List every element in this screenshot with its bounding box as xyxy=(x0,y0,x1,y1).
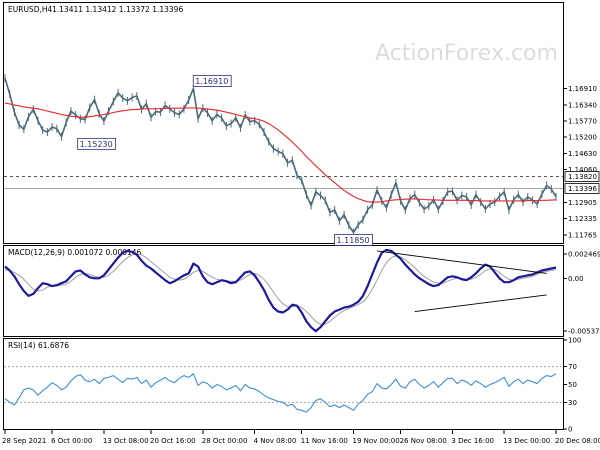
chart-background xyxy=(0,0,600,450)
price-annotation-label: 1.15230 xyxy=(80,140,113,149)
time-tick-label: 19 Nov 00:00 xyxy=(352,437,399,445)
rsi-tick-label: 30 xyxy=(568,399,577,407)
time-tick-label: 26 Nov 08:00 xyxy=(400,437,447,445)
macd-tick-label: 0.002469 xyxy=(568,251,600,259)
time-tick-label: 6 Oct 00:00 xyxy=(51,437,92,445)
time-tick-label: 11 Nov 16:00 xyxy=(301,437,348,445)
price-tick-label: 1.12905 xyxy=(568,199,597,207)
rsi-tick-label: 0 xyxy=(568,426,572,434)
watermark-text: ActionForex.com xyxy=(375,41,558,66)
rsi-tick-label: 70 xyxy=(568,363,577,371)
rsi-tick-label: 100 xyxy=(568,337,581,345)
price-tick-label: 1.11765 xyxy=(568,231,597,239)
symbol-label: EURUSD,H4 xyxy=(8,5,52,14)
ohlc-label: 1.13411 1.13412 1.13372 1.13396 xyxy=(52,5,183,14)
time-tick-label: 28 Oct 00:00 xyxy=(202,437,248,445)
price-annotation-label: 1.11850 xyxy=(336,236,369,245)
time-tick-label: 28 Sep 2021 xyxy=(2,437,46,445)
price-tick-label: 1.12335 xyxy=(568,215,597,223)
price-tick-label: 1.14630 xyxy=(568,150,597,158)
time-tick-label: 20 Dec 08:00 xyxy=(555,437,600,445)
time-tick-label: 4 Nov 08:00 xyxy=(254,437,297,445)
current-price-axis-label: 1.13396 xyxy=(568,185,597,193)
time-tick-label: 3 Dec 16:00 xyxy=(451,437,494,445)
rsi-label: RSI(14) 61.6876 xyxy=(8,341,69,350)
time-tick-label: 20 Oct 16:00 xyxy=(150,437,196,445)
price-tick-label: 1.16340 xyxy=(568,101,597,109)
macd-tick-label: -0.005375 xyxy=(568,327,600,335)
price-pane-header: EURUSD,H4 1.13411 1.13412 1.13372 1.1339… xyxy=(8,5,183,14)
level-axis-label: 1.13820 xyxy=(568,173,597,181)
price-tick-label: 1.15770 xyxy=(568,118,597,126)
macd-tick-label: 0.00 xyxy=(568,275,584,283)
price-annotation-label: 1.16910 xyxy=(195,77,228,86)
price-tick-label: 1.15200 xyxy=(568,134,597,142)
time-tick-label: 13 Oct 08:00 xyxy=(103,437,149,445)
rsi-tick-label: 50 xyxy=(568,381,577,389)
price-tick-label: 1.16910 xyxy=(568,85,597,93)
time-tick-label: 13 Dec 00:00 xyxy=(503,437,550,445)
eurusd-chart: ActionForex.com EURUSD,H4 1.13411 1.1341… xyxy=(0,0,600,450)
